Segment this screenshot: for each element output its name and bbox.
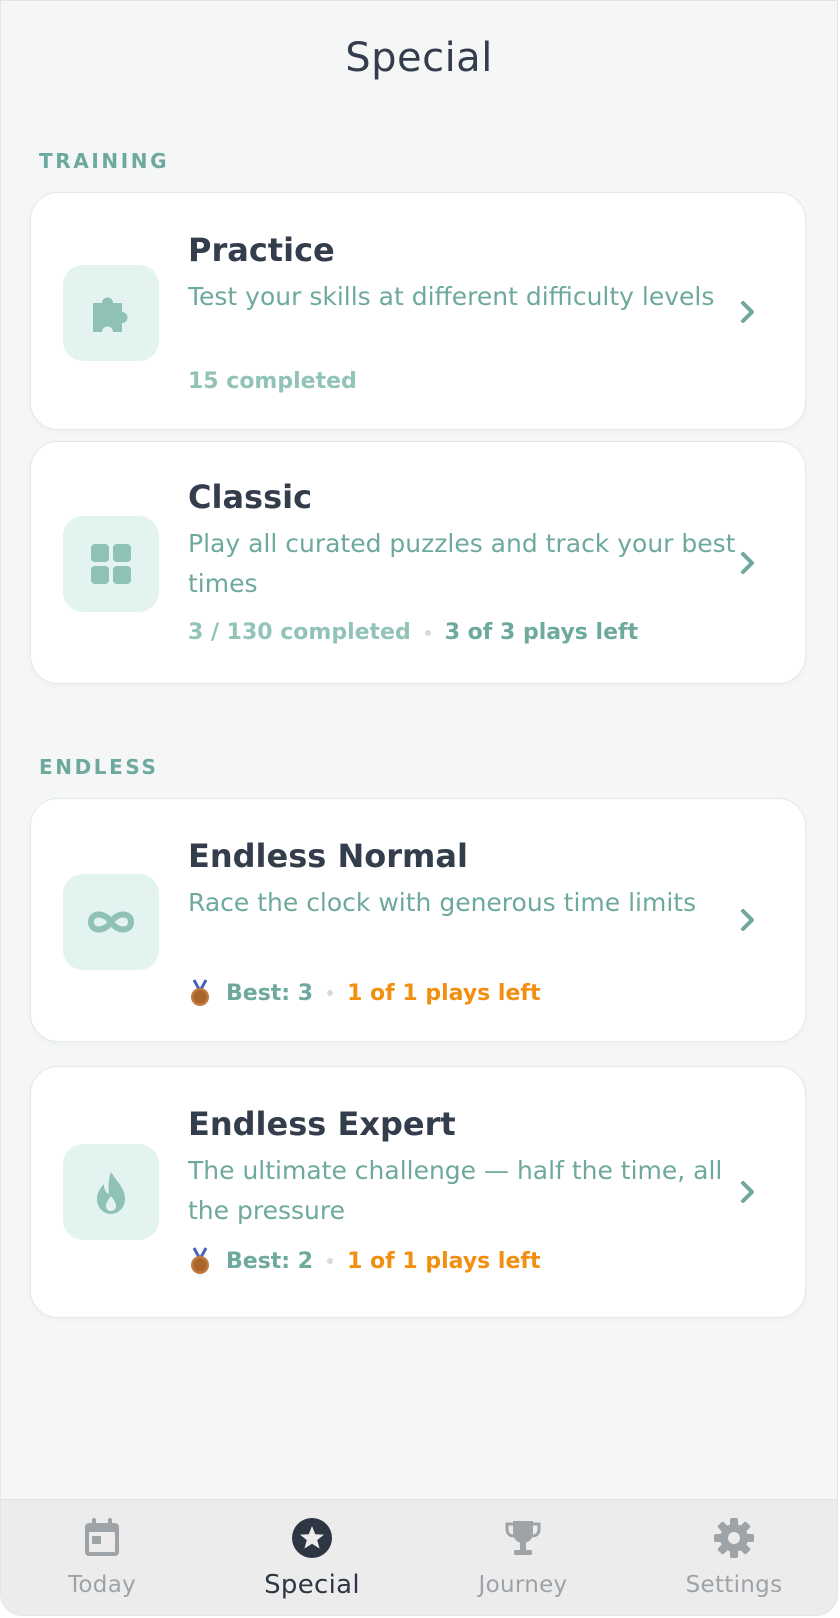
separator-dot — [327, 1258, 334, 1264]
card-description: Test your skills at different difficulty… — [188, 282, 715, 311]
section-label-training: TRAINING — [39, 149, 170, 173]
completed-count: 3 / 130 completed — [188, 620, 411, 645]
best-score: Best: 2 — [226, 1248, 314, 1274]
tab-settings[interactable]: Settings — [634, 1500, 834, 1615]
chevron-right-icon — [741, 1181, 754, 1203]
star-icon — [291, 1516, 333, 1560]
card-meta: Best: 2 1 of 1 plays left — [188, 1247, 540, 1275]
card-description: Play all curated puzzles and track your … — [188, 529, 736, 598]
trophy-icon — [503, 1516, 543, 1560]
card-title: Endless Expert — [188, 1105, 456, 1143]
bottom-tab-bar: Today Special Journey Settings — [1, 1499, 837, 1615]
completed-count: 15 completed — [188, 369, 357, 394]
card-description: Race the clock with generous time limits — [188, 888, 697, 917]
calendar-icon — [82, 1516, 122, 1560]
tab-label: Today — [67, 1572, 137, 1598]
card-meta: 3 / 130 completed 3 of 3 plays left — [188, 620, 638, 645]
chevron-right-icon — [741, 301, 754, 323]
page-title: Special — [345, 35, 493, 81]
endless-normal-card[interactable]: Endless Normal Race the clock with gener… — [30, 798, 806, 1042]
tab-label: Journey — [478, 1572, 568, 1598]
tab-journey[interactable]: Journey — [423, 1500, 623, 1615]
card-title: Classic — [188, 478, 313, 516]
chevron-right-icon — [741, 909, 754, 931]
grid-icon — [63, 516, 159, 612]
card-description: The ultimate challenge — half the time, … — [188, 1156, 723, 1225]
bronze-medal-icon — [188, 979, 212, 1007]
separator-dot — [424, 629, 431, 636]
classic-card[interactable]: Classic Play all curated puzzles and tra… — [30, 441, 806, 684]
section-label-endless: ENDLESS — [39, 755, 159, 779]
best-score: Best: 3 — [226, 980, 314, 1006]
tab-today[interactable]: Today — [2, 1500, 202, 1615]
card-title: Practice — [188, 231, 335, 269]
separator-dot — [327, 990, 334, 996]
tab-label: Special — [264, 1570, 360, 1600]
screen: Special TRAINING Practice Test your skil… — [0, 0, 840, 1618]
flame-icon — [63, 1144, 159, 1240]
gear-icon — [713, 1516, 755, 1560]
plays-left: 1 of 1 plays left — [347, 980, 541, 1006]
app-window: Special TRAINING Practice Test your skil… — [0, 0, 838, 1616]
puzzle-icon — [63, 265, 159, 361]
bronze-medal-icon — [188, 1247, 212, 1275]
card-title: Endless Normal — [188, 837, 468, 875]
plays-left: 1 of 1 plays left — [347, 1248, 541, 1274]
tab-label: Settings — [685, 1572, 783, 1598]
practice-card[interactable]: Practice Test your skills at different d… — [30, 192, 806, 430]
card-meta: Best: 3 1 of 1 plays left — [188, 979, 540, 1007]
endless-expert-card[interactable]: Endless Expert The ultimate challenge — … — [30, 1066, 806, 1318]
card-meta: 15 completed — [188, 369, 357, 394]
tab-special[interactable]: Special — [212, 1500, 412, 1615]
chevron-right-icon — [741, 552, 754, 574]
infinity-icon — [63, 874, 159, 970]
plays-left: 3 of 3 plays left — [444, 620, 639, 645]
